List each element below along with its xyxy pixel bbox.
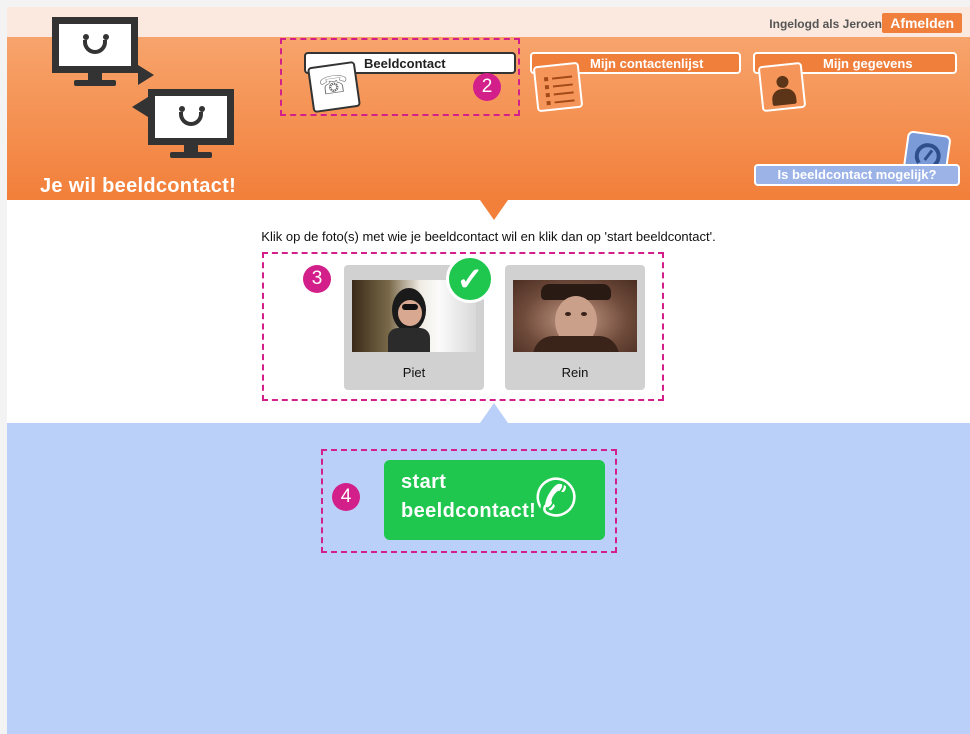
check-availability-button[interactable]: Is beeldcontact mogelijk? [754, 164, 960, 186]
login-status: Ingelogd als Jeroen [769, 17, 882, 31]
header-pointer [480, 200, 508, 220]
smiley-icon [177, 102, 207, 132]
callout-badge: 2 [473, 73, 501, 101]
callout-badge: 4 [332, 483, 360, 511]
logout-button[interactable]: Afmelden [882, 13, 962, 33]
callout-badge: 3 [303, 265, 331, 293]
app-frame: Ingelogd als Jeroen Afmelden Beeldcontac… [7, 7, 970, 734]
speech-tail-icon [132, 97, 148, 117]
smiley-icon [81, 30, 111, 60]
tab-label: Mijn contactenlijst [590, 56, 704, 71]
tab-label: Mijn gegevens [823, 56, 913, 71]
person-icon [757, 61, 807, 113]
instruction-text: Klik op de foto(s) met wie je beeldconta… [261, 229, 716, 244]
callout-box [321, 449, 617, 553]
top-bar: Ingelogd als Jeroen Afmelden [7, 7, 970, 37]
page-title: Je wil beeldcontact! [40, 175, 237, 197]
logo-monitor-right [148, 89, 234, 159]
action-pointer [480, 403, 508, 423]
logo-monitor-left [52, 17, 138, 87]
list-icon [532, 61, 584, 113]
speech-tail-icon [138, 65, 154, 85]
